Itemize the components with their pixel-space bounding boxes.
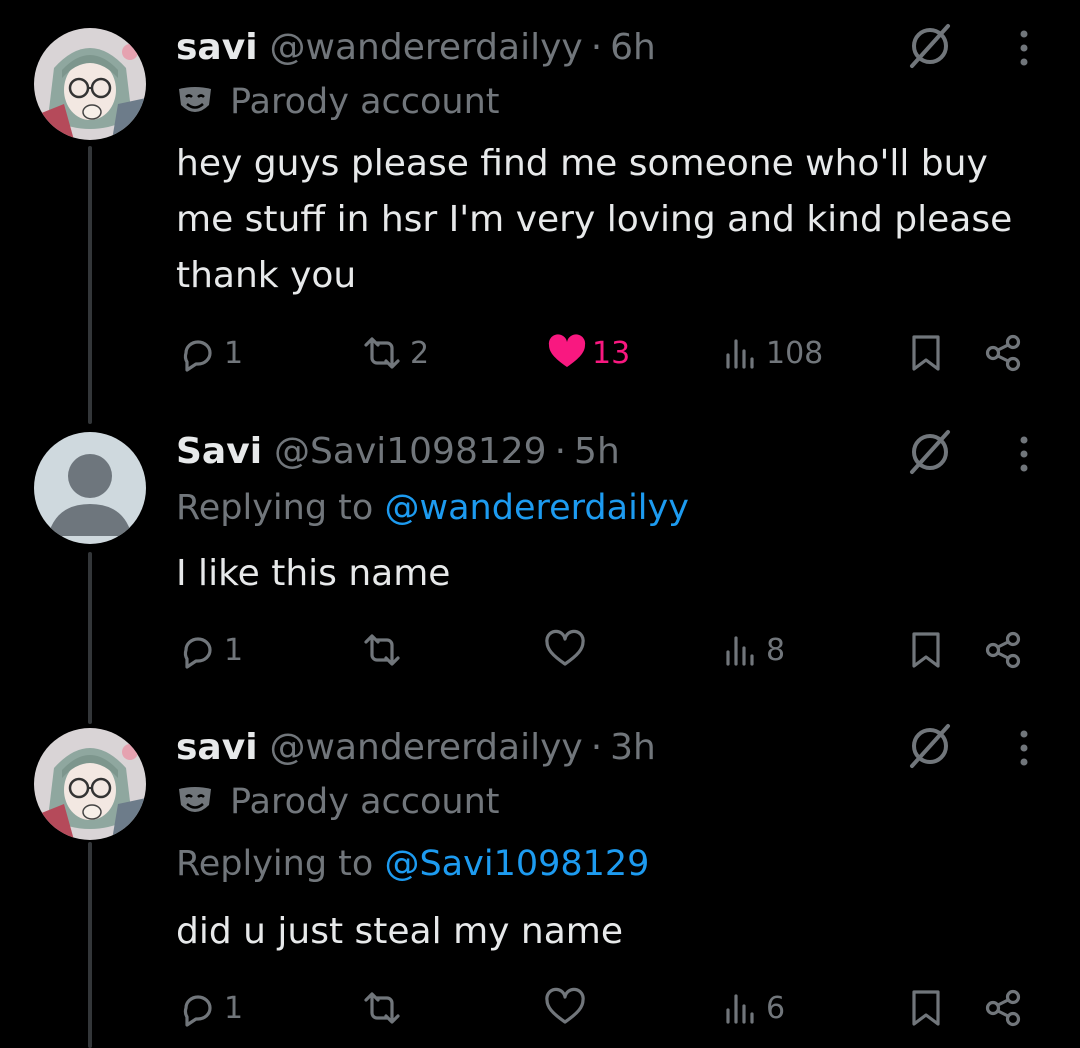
repost-count: 2 <box>410 335 430 371</box>
bookmark-icon <box>912 632 940 668</box>
tweet-text-line: me stuff in hsr I'm very loving and kind… <box>176 199 1013 240</box>
avatar[interactable] <box>34 728 146 840</box>
share-button[interactable] <box>982 329 1026 377</box>
views-count: 8 <box>766 632 786 668</box>
separator: · <box>590 26 603 68</box>
like-icon <box>545 987 585 1024</box>
avatar[interactable] <box>34 28 146 140</box>
repost-icon <box>364 337 400 369</box>
repost-icon <box>364 634 400 666</box>
tweet-text: I like this name <box>176 546 1056 602</box>
separator: · <box>554 430 567 472</box>
views-icon <box>726 636 754 666</box>
more-icon[interactable] <box>1010 726 1038 770</box>
like-button[interactable] <box>544 626 586 674</box>
bookmark-icon <box>912 335 940 371</box>
parody-label: Parody account <box>176 80 500 124</box>
repost-button[interactable]: 2 <box>358 329 429 377</box>
share-button[interactable] <box>982 984 1026 1032</box>
anime-avatar-image <box>34 728 146 840</box>
anime-avatar-image <box>34 28 146 140</box>
views-icon <box>726 994 754 1024</box>
grok-icon[interactable] <box>904 20 956 72</box>
parody-label-text: Parody account <box>230 782 500 822</box>
separator: · <box>590 726 603 768</box>
default-avatar-image <box>34 432 146 544</box>
timestamp[interactable]: 5h <box>574 431 620 472</box>
tweet-header: Savi @Savi1098129 · 5h <box>176 426 620 476</box>
action-bar: 1 8 <box>0 626 1080 674</box>
parody-mask-icon <box>179 87 211 112</box>
grok-icon[interactable] <box>904 720 956 772</box>
display-name[interactable]: savi <box>176 727 258 768</box>
parody-label-text: Parody account <box>230 82 500 122</box>
reply-icon <box>183 340 212 372</box>
like-button[interactable]: 13 <box>546 329 630 377</box>
repost-button[interactable] <box>358 626 406 674</box>
share-icon <box>985 631 1021 669</box>
bookmark-icon <box>912 990 940 1026</box>
share-icon <box>985 334 1021 372</box>
user-handle[interactable]: @Savi1098129 <box>274 431 547 472</box>
display-name[interactable]: savi <box>176 27 258 68</box>
display-name[interactable]: Savi <box>176 431 262 472</box>
action-bar: 1 2 13 108 <box>0 329 1080 377</box>
repost-icon <box>364 992 400 1024</box>
tweet-header: savi @wandererdailyy · 6h <box>176 22 656 72</box>
action-bar: 1 6 <box>0 984 1080 1032</box>
user-handle[interactable]: @wandererdailyy <box>270 27 583 68</box>
parody-mask-icon <box>179 787 211 812</box>
replying-to-prefix: Replying to <box>176 844 374 884</box>
tweet-header: savi @wandererdailyy · 3h <box>176 722 656 772</box>
bookmark-button[interactable] <box>906 984 946 1032</box>
reply-icon <box>183 995 212 1027</box>
replying-to-mention[interactable]: @wandererdailyy <box>384 488 688 528</box>
tweet[interactable]: savi @wandererdailyy · 6h Parody account… <box>0 0 1080 420</box>
replying-to: Replying to @wandererdailyy <box>176 488 689 528</box>
like-button[interactable] <box>544 984 586 1032</box>
user-handle[interactable]: @wandererdailyy <box>270 727 583 768</box>
reply-button[interactable]: 1 <box>176 329 243 377</box>
reply-button[interactable]: 1 <box>176 626 243 674</box>
tweet-text: hey guys please find me someone who'll b… <box>176 136 1056 304</box>
avatar[interactable] <box>34 432 146 544</box>
reply-button[interactable]: 1 <box>176 984 243 1032</box>
reply-icon <box>183 637 212 669</box>
repost-button[interactable] <box>358 984 406 1032</box>
grok-icon[interactable] <box>904 426 956 478</box>
like-icon <box>545 629 585 666</box>
views-button[interactable]: 8 <box>722 626 785 674</box>
views-count: 108 <box>766 335 824 371</box>
like-count: 13 <box>592 335 631 371</box>
reply-count: 1 <box>224 335 244 371</box>
tweet[interactable]: Savi @Savi1098129 · 5h Replying to @wand… <box>0 420 1080 720</box>
tweet-text: did u just steal my name <box>176 904 1056 960</box>
replying-to-mention[interactable]: @Savi1098129 <box>384 844 649 884</box>
views-button[interactable]: 108 <box>722 329 823 377</box>
timestamp[interactable]: 3h <box>610 727 656 768</box>
reply-count: 1 <box>224 632 244 668</box>
tweet-text-line: hey guys please find me someone who'll b… <box>176 143 988 184</box>
bookmark-button[interactable] <box>906 329 946 377</box>
views-button[interactable]: 6 <box>722 984 785 1032</box>
tweet-text-line: I like this name <box>176 553 451 594</box>
more-icon[interactable] <box>1010 26 1038 70</box>
tweet-text-line: did u just steal my name <box>176 911 623 952</box>
share-button[interactable] <box>982 626 1026 674</box>
reply-count: 1 <box>224 990 244 1026</box>
more-icon[interactable] <box>1010 432 1038 476</box>
bookmark-button[interactable] <box>906 626 946 674</box>
views-icon <box>726 339 754 369</box>
timestamp[interactable]: 6h <box>610 27 656 68</box>
parody-label: Parody account <box>176 780 500 824</box>
tweet[interactable]: savi @wandererdailyy · 3h Parody account… <box>0 720 1080 1048</box>
like-icon <box>548 334 586 367</box>
tweet-text-line: thank you <box>176 255 357 296</box>
views-count: 6 <box>766 990 786 1026</box>
replying-to-prefix: Replying to <box>176 488 374 528</box>
replying-to: Replying to @Savi1098129 <box>176 844 649 884</box>
share-icon <box>985 989 1021 1027</box>
